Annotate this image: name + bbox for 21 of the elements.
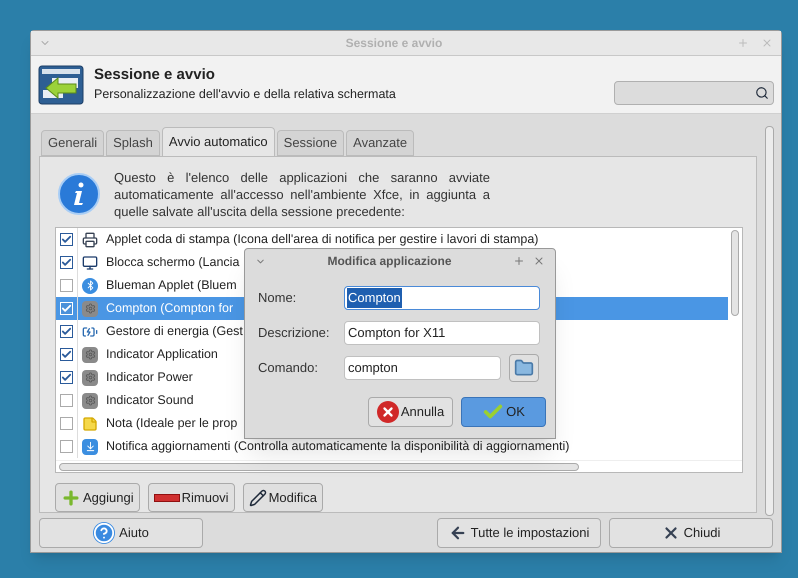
dialog-title: Modifica applicazione — [326, 253, 453, 270]
app-label: Indicator Application — [106, 347, 218, 362]
app-label: Nota (Ideale per le prop — [106, 416, 238, 431]
app-label: Compton (Compton for — [106, 301, 234, 316]
window-title: Sessione e avvio — [344, 35, 444, 52]
field-value: Compton — [347, 288, 402, 308]
field-label: Comando: — [258, 359, 319, 378]
app-label: Gestore di energia (Gest — [106, 324, 243, 339]
field-value: compton — [347, 359, 399, 378]
app-label: Applet coda di stampa (Icona dell'area di notifica per gestire i lavori di stampa) — [106, 232, 538, 247]
field-label: Nome: — [258, 289, 298, 308]
field-label: Descrizione: — [258, 324, 331, 342]
app-label: Blueman Applet (Bluem — [106, 278, 237, 293]
app-label: Indicator Power — [106, 370, 193, 385]
app-label: Blocca schermo (Lancia — [106, 255, 240, 270]
info-text: Questo è l'elenco delle applicazioni che saranno avviate automaticamente all'accesso nell'ambiente Xfce, in aggiunta a quelle salvate all'uscita della sessione precedente: — [114, 169, 490, 220]
header-subtitle: Personalizzazione dell'avvio e della relativa schermata — [94, 86, 397, 104]
app-label: Notifica aggiornamenti (Controlla automaticamente la disponibilità di aggiornamenti) — [106, 439, 570, 454]
header-title: Sessione e avvio — [94, 65, 216, 86]
app-label: Indicator Sound — [106, 393, 194, 408]
field-value: Compton for X11 — [347, 324, 446, 342]
